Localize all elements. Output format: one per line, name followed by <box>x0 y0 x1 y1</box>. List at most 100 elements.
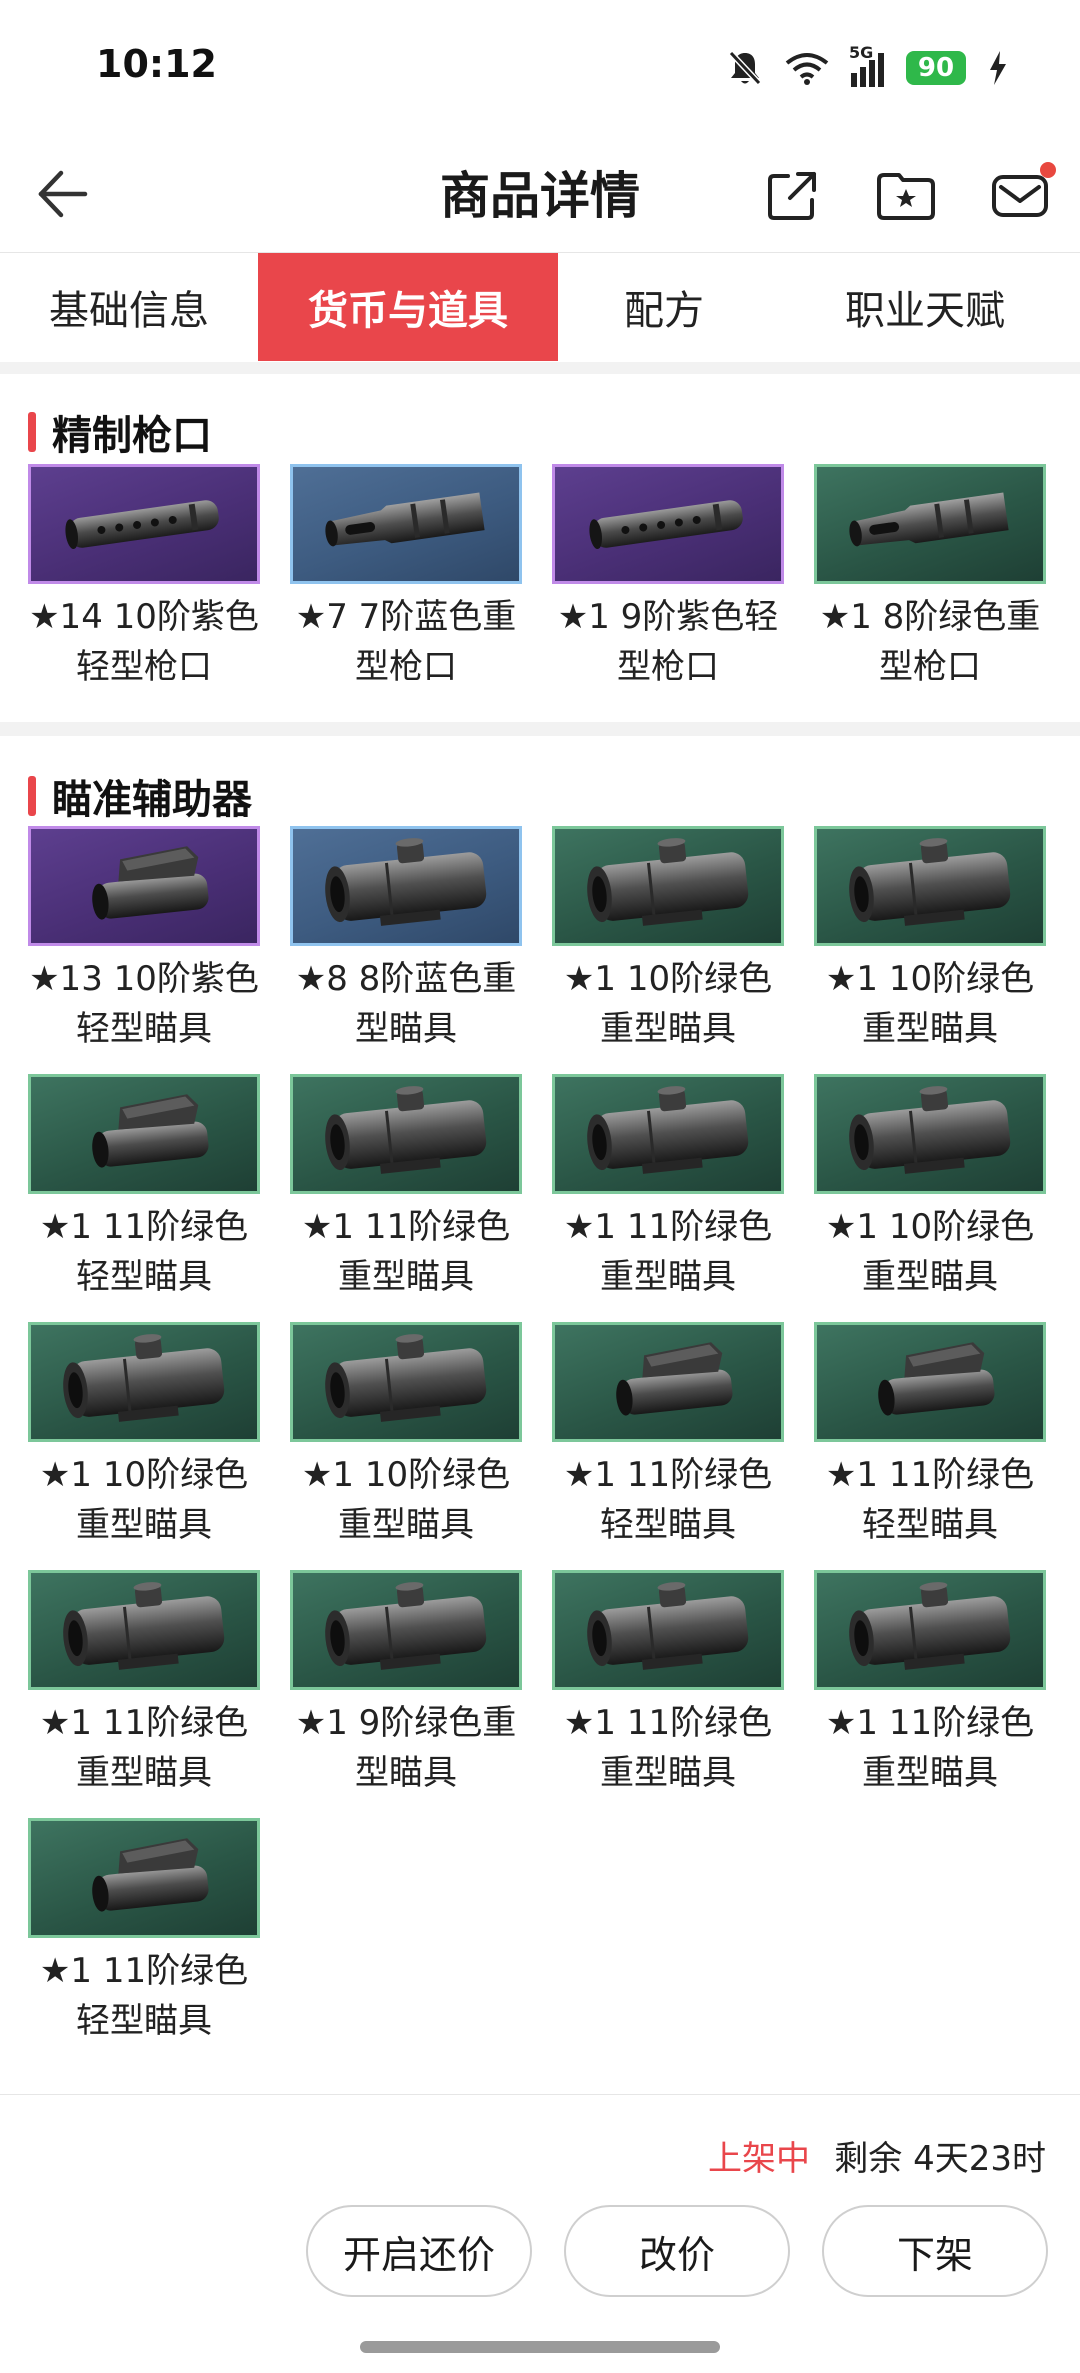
share-button[interactable] <box>752 156 832 236</box>
item-label: ★1 11阶绿色重型瞄具 <box>39 1703 249 1793</box>
item-thumbnail <box>28 826 260 946</box>
nav-bar: 商品详情 <box>0 140 1080 252</box>
item-label: ★1 11阶绿色重型瞄具 <box>825 1703 1035 1793</box>
item-label: ★13 10阶紫色轻型瞄具 <box>29 959 259 1049</box>
status-icons: 5G 90 <box>727 43 1008 90</box>
folder-star-icon <box>877 173 935 220</box>
scope-heavy-icon <box>587 1086 749 1174</box>
item-label: ★1 8阶绿色重型枪口 <box>819 597 1041 687</box>
change-price-button[interactable]: 改价 <box>564 2205 790 2297</box>
network-type: 5G <box>849 43 874 62</box>
favorite-button[interactable] <box>866 156 946 236</box>
scope-heavy-icon <box>587 838 749 926</box>
item-label: ★1 10阶绿色重型瞄具 <box>301 1455 511 1545</box>
tab-divider <box>0 362 1080 374</box>
item-thumbnail <box>552 1570 784 1690</box>
charging-icon <box>990 51 1006 85</box>
muzzle-grid: ★14 10阶紫色轻型枪口 ★7 7阶蓝色重型枪口 ★1 9阶紫色轻型枪口 ★1 8阶… <box>28 464 1052 692</box>
item-label: ★1 11阶绿色轻型瞄具 <box>825 1455 1035 1545</box>
item-label: ★1 9阶紫色轻型枪口 <box>557 597 779 687</box>
item-thumbnail <box>290 826 522 946</box>
item-thumbnail <box>814 1570 1046 1690</box>
item-card[interactable]: ★1 10阶绿色重型瞄具 <box>552 826 784 1054</box>
tab-bar: 基础信息 货币与道具 配方 职业天赋 <box>0 252 1080 362</box>
wifi-icon <box>785 53 829 85</box>
scope-light-icon <box>92 1838 209 1912</box>
item-thumbnail <box>814 826 1046 946</box>
item-card[interactable]: ★1 10阶绿色重型瞄具 <box>814 1074 1046 1302</box>
delist-button[interactable]: 下架 <box>822 2205 1048 2297</box>
item-thumbnail <box>28 464 260 584</box>
item-thumbnail <box>28 1818 260 1938</box>
scope-grid: ★13 10阶紫色轻型瞄具 ★8 8阶蓝色重型瞄具 ★1 10阶绿色重型瞄具 ★1 1… <box>28 826 1052 2046</box>
item-card[interactable]: ★1 11阶绿色轻型瞄具 <box>814 1322 1046 1550</box>
item-card[interactable]: ★1 11阶绿色重型瞄具 <box>814 1570 1046 1798</box>
item-card[interactable]: ★1 9阶绿色重型瞄具 <box>290 1570 522 1798</box>
counter-offer-button[interactable]: 开启还价 <box>306 2205 532 2297</box>
item-card[interactable]: ★7 7阶蓝色重型枪口 <box>290 464 522 692</box>
message-button[interactable] <box>980 156 1060 236</box>
item-thumbnail <box>290 1322 522 1442</box>
scope-heavy-icon <box>325 1582 487 1670</box>
item-card[interactable]: ★1 10阶绿色重型瞄具 <box>28 1322 260 1550</box>
scope-heavy-icon <box>325 1334 487 1422</box>
notification-dot <box>1040 162 1056 178</box>
item-card[interactable]: ★1 11阶绿色重型瞄具 <box>552 1074 784 1302</box>
item-card[interactable]: ★1 10阶绿色重型瞄具 <box>814 826 1046 1054</box>
item-label: ★1 11阶绿色重型瞄具 <box>563 1703 773 1793</box>
item-card[interactable]: ★1 11阶绿色重型瞄具 <box>28 1570 260 1798</box>
item-label: ★1 11阶绿色重型瞄具 <box>563 1207 773 1297</box>
tab-basic-info[interactable]: 基础信息 <box>0 253 258 361</box>
status-time: 10:12 <box>96 42 217 86</box>
item-thumbnail <box>290 1074 522 1194</box>
item-thumbnail <box>552 464 784 584</box>
scope-heavy-icon <box>849 1582 1011 1670</box>
item-card[interactable]: ★1 9阶紫色轻型枪口 <box>552 464 784 692</box>
item-card[interactable]: ★13 10阶紫色轻型瞄具 <box>28 826 260 1054</box>
item-label: ★7 7阶蓝色重型枪口 <box>295 597 517 687</box>
item-card[interactable]: ★1 11阶绿色重型瞄具 <box>290 1074 522 1302</box>
item-thumbnail <box>290 464 522 584</box>
item-thumbnail <box>28 1322 260 1442</box>
item-card[interactable]: ★1 11阶绿色轻型瞄具 <box>28 1074 260 1302</box>
scope-light-icon <box>616 1342 733 1416</box>
item-label: ★14 10阶紫色轻型枪口 <box>29 597 259 687</box>
tab-currency-items[interactable]: 货币与道具 <box>258 253 558 361</box>
section-title-text: 精制枪口 <box>52 413 212 459</box>
status-bar: 10:12 5G 90 <box>0 0 1080 140</box>
item-card[interactable]: ★14 10阶紫色轻型枪口 <box>28 464 260 692</box>
item-card[interactable]: ★1 11阶绿色轻型瞄具 <box>28 1818 260 2046</box>
scope-heavy-icon <box>587 1582 749 1670</box>
item-thumbnail <box>552 826 784 946</box>
muzzle-heavy-icon <box>325 492 485 547</box>
tab-talents[interactable]: 职业天赋 <box>770 253 1080 361</box>
home-indicator[interactable] <box>360 2341 720 2353</box>
scope-heavy-icon <box>63 1334 225 1422</box>
item-label: ★1 10阶绿色重型瞄具 <box>825 959 1035 1049</box>
back-button[interactable] <box>18 150 106 238</box>
item-thumbnail <box>290 1570 522 1690</box>
item-label: ★1 10阶绿色重型瞄具 <box>39 1455 249 1545</box>
tab-recipes[interactable]: 配方 <box>558 253 770 361</box>
item-thumbnail <box>814 1322 1046 1442</box>
section-title-text: 瞄准辅助器 <box>52 777 252 823</box>
item-label: ★1 11阶绿色轻型瞄具 <box>39 1207 249 1297</box>
scope-heavy-icon <box>325 838 487 926</box>
item-card[interactable]: ★1 10阶绿色重型瞄具 <box>290 1322 522 1550</box>
back-arrow-icon <box>38 170 88 218</box>
bottom-bar: 上架中 剩余 4天23时 开启还价 改价 下架 <box>0 2094 1080 2373</box>
item-thumbnail <box>814 464 1046 584</box>
item-card[interactable]: ★1 11阶绿色重型瞄具 <box>552 1570 784 1798</box>
item-label: ★1 10阶绿色重型瞄具 <box>563 959 773 1049</box>
section-marker <box>28 412 36 452</box>
section-divider <box>0 722 1080 736</box>
bell-muted-icon <box>728 50 762 86</box>
item-card[interactable]: ★8 8阶蓝色重型瞄具 <box>290 826 522 1054</box>
item-card[interactable]: ★1 8阶绿色重型枪口 <box>814 464 1046 692</box>
scope-light-icon <box>92 846 209 920</box>
item-thumbnail <box>814 1074 1046 1194</box>
muzzle-light-icon <box>65 500 219 550</box>
item-label: ★1 10阶绿色重型瞄具 <box>825 1207 1035 1297</box>
item-card[interactable]: ★1 11阶绿色轻型瞄具 <box>552 1322 784 1550</box>
item-label: ★8 8阶蓝色重型瞄具 <box>295 959 517 1049</box>
